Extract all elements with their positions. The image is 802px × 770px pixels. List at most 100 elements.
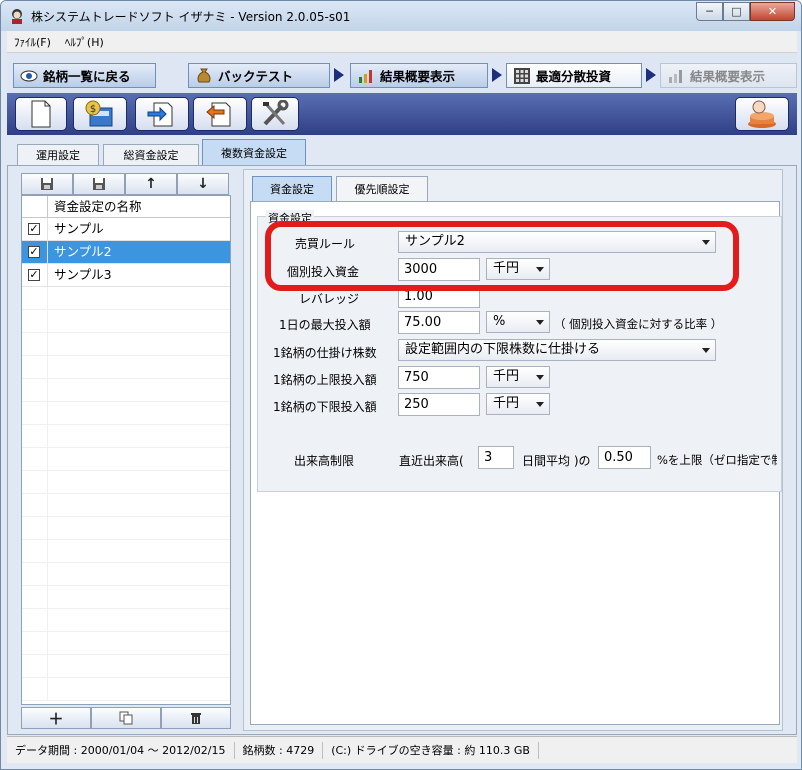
max-daily-unit-value: % bbox=[493, 314, 506, 329]
empty-list-row bbox=[22, 655, 230, 678]
checkbox[interactable]: ✓ bbox=[28, 246, 40, 258]
order-shares-label: 1銘柄の仕掛け株数 bbox=[273, 346, 377, 360]
empty-list-row bbox=[22, 333, 230, 356]
menu-file[interactable]: ﾌｧｲﾙ(F) bbox=[7, 34, 58, 50]
settings-tabs: 運用設定 総資金設定 複数資金設定 bbox=[7, 139, 797, 166]
order-shares-select[interactable]: 設定範囲内の下限株数に仕掛ける bbox=[398, 339, 716, 361]
checkbox[interactable]: ✓ bbox=[28, 223, 40, 235]
max-daily-unit-select[interactable]: % bbox=[486, 311, 550, 333]
copy-button[interactable] bbox=[91, 707, 161, 729]
arrow-up-icon: ↑ bbox=[145, 176, 157, 192]
list-item[interactable]: ✓ サンプル bbox=[22, 218, 230, 241]
summary-tab-1[interactable]: 結果概要表示 bbox=[350, 63, 488, 88]
individual-capital-unit-select[interactable]: 千円 bbox=[486, 258, 550, 280]
status-disk-space: (C:) ドライブの空き容量 : 約 110.3 GB bbox=[323, 741, 539, 759]
group-title: 資金設定 bbox=[266, 210, 314, 226]
individual-unit-value: 千円 bbox=[493, 261, 520, 276]
tab-priority-settings[interactable]: 優先順設定 bbox=[336, 176, 428, 201]
upper-unit-value: 千円 bbox=[493, 369, 520, 384]
list-item-label: サンプル2 bbox=[47, 241, 230, 263]
tab-capital-settings[interactable]: 資金設定 bbox=[252, 176, 332, 201]
checkbox[interactable]: ✓ bbox=[28, 269, 40, 281]
empty-list-row bbox=[22, 471, 230, 494]
svg-text:$: $ bbox=[90, 104, 96, 115]
chevron-down-icon bbox=[702, 348, 710, 353]
delete-button[interactable] bbox=[161, 707, 231, 729]
menu-bar: ﾌｧｲﾙ(F) ﾍﾙﾌﾟ(H) bbox=[7, 31, 797, 53]
capital-list: 資金設定の名称 ✓ サンプル ✓ サンプル2 ✓ サンプル3 bbox=[21, 195, 231, 705]
lower-limit-input[interactable]: 250 bbox=[398, 393, 480, 416]
app-window: 株システムトレードソフト イザナミ - Version 2.0.05-s01 ─… bbox=[0, 0, 802, 770]
new-file-button[interactable] bbox=[15, 97, 67, 131]
summary-label-1: 結果概要表示 bbox=[380, 69, 456, 84]
move-down-button[interactable]: ↓ bbox=[177, 173, 229, 195]
empty-list-row bbox=[22, 379, 230, 402]
volume-suffix-text: %を上限（ゼロ指定で制 bbox=[657, 453, 777, 467]
save-up-icon bbox=[41, 178, 53, 190]
upper-limit-unit-select[interactable]: 千円 bbox=[486, 366, 550, 388]
status-bar: データ期間 : 2000/01/04 〜 2012/02/15 銘柄数 : 47… bbox=[7, 736, 797, 763]
nav-arrow-3 bbox=[646, 68, 656, 82]
optimal-allocation-label: 最適分散投資 bbox=[536, 69, 612, 84]
empty-list-row bbox=[22, 356, 230, 379]
status-data-period: データ期間 : 2000/01/04 〜 2012/02/15 bbox=[7, 741, 235, 759]
menu-help[interactable]: ﾍﾙﾌﾟ(H) bbox=[58, 34, 111, 50]
trade-rule-select[interactable]: サンプル2 bbox=[398, 231, 716, 253]
empty-list-row bbox=[22, 563, 230, 586]
maximize-button[interactable]: □ bbox=[723, 2, 750, 21]
back-to-list-label: 銘柄一覧に戻る bbox=[43, 69, 131, 84]
volume-ratio-input[interactable]: 0.50 bbox=[598, 446, 651, 469]
import-button[interactable] bbox=[135, 97, 189, 131]
import-icon bbox=[147, 102, 173, 127]
upper-limit-label: 1銘柄の上限投入額 bbox=[273, 373, 377, 387]
list-item[interactable]: ✓ サンプル3 bbox=[22, 264, 230, 287]
trash-icon bbox=[191, 713, 201, 724]
arrow-down-icon: ↓ bbox=[197, 176, 209, 192]
lower-unit-value: 千円 bbox=[493, 396, 520, 411]
max-daily-input[interactable]: 75.00 bbox=[398, 311, 480, 334]
tab-operation-settings[interactable]: 運用設定 bbox=[17, 144, 99, 165]
app-logo-icon bbox=[12, 9, 22, 24]
window-controls: ─ □ ✕ bbox=[696, 2, 795, 22]
close-button[interactable]: ✕ bbox=[750, 2, 795, 21]
run-icon bbox=[748, 100, 776, 128]
list-item-label: サンプル3 bbox=[47, 264, 230, 286]
volume-mid-text: 日間平均 )の bbox=[522, 454, 591, 468]
list-header-name: 資金設定の名称 bbox=[47, 196, 230, 218]
upper-limit-input[interactable]: 750 bbox=[398, 366, 480, 389]
optimal-allocation-tab[interactable]: 最適分散投資 bbox=[506, 63, 642, 88]
money-bag-icon bbox=[197, 68, 211, 82]
tab-total-capital[interactable]: 総資金設定 bbox=[103, 144, 199, 165]
move-up-button[interactable]: ↑ bbox=[125, 173, 177, 195]
new-file-icon bbox=[31, 100, 51, 128]
volume-limit-label: 出来高制限 bbox=[294, 454, 355, 468]
save-up-button[interactable] bbox=[21, 173, 73, 195]
individual-capital-input[interactable]: 3000 bbox=[398, 258, 480, 281]
list-item-selected[interactable]: ✓ サンプル2 bbox=[22, 241, 230, 264]
title-bar: 株システムトレードソフト イザナミ - Version 2.0.05-s01 ─… bbox=[1, 1, 801, 31]
back-to-list-tab[interactable]: 銘柄一覧に戻る bbox=[13, 63, 156, 88]
empty-list-row bbox=[22, 517, 230, 540]
lower-limit-label: 1銘柄の下限投入額 bbox=[273, 400, 377, 414]
run-button[interactable] bbox=[735, 97, 789, 131]
tab-multiple-capital[interactable]: 複数資金設定 bbox=[202, 139, 306, 166]
export-button[interactable] bbox=[193, 97, 247, 131]
minimize-button[interactable]: ─ bbox=[696, 2, 723, 21]
leverage-input[interactable]: 1.00 bbox=[398, 285, 480, 308]
export-icon bbox=[206, 102, 231, 127]
lower-limit-unit-select[interactable]: 千円 bbox=[486, 393, 550, 415]
money-calc-button[interactable]: $ bbox=[73, 97, 127, 131]
nav-arrow-2 bbox=[492, 68, 502, 82]
order-shares-value: 設定範囲内の下限株数に仕掛ける bbox=[405, 342, 601, 357]
chevron-down-icon bbox=[536, 402, 544, 407]
volume-days-input[interactable]: 3 bbox=[478, 446, 514, 469]
save-down-button[interactable] bbox=[73, 173, 125, 195]
backtest-tab[interactable]: バックテスト bbox=[188, 63, 330, 88]
add-button[interactable]: ＋ bbox=[21, 707, 91, 729]
tools-button[interactable] bbox=[251, 97, 299, 131]
status-stock-count: 銘柄数 : 4729 bbox=[235, 741, 324, 759]
empty-list-row bbox=[22, 425, 230, 448]
money-calculator-icon: $ bbox=[85, 100, 113, 127]
summary-tab-2[interactable]: 結果概要表示 bbox=[660, 63, 797, 88]
individual-capital-label: 個別投入資金 bbox=[287, 265, 360, 279]
